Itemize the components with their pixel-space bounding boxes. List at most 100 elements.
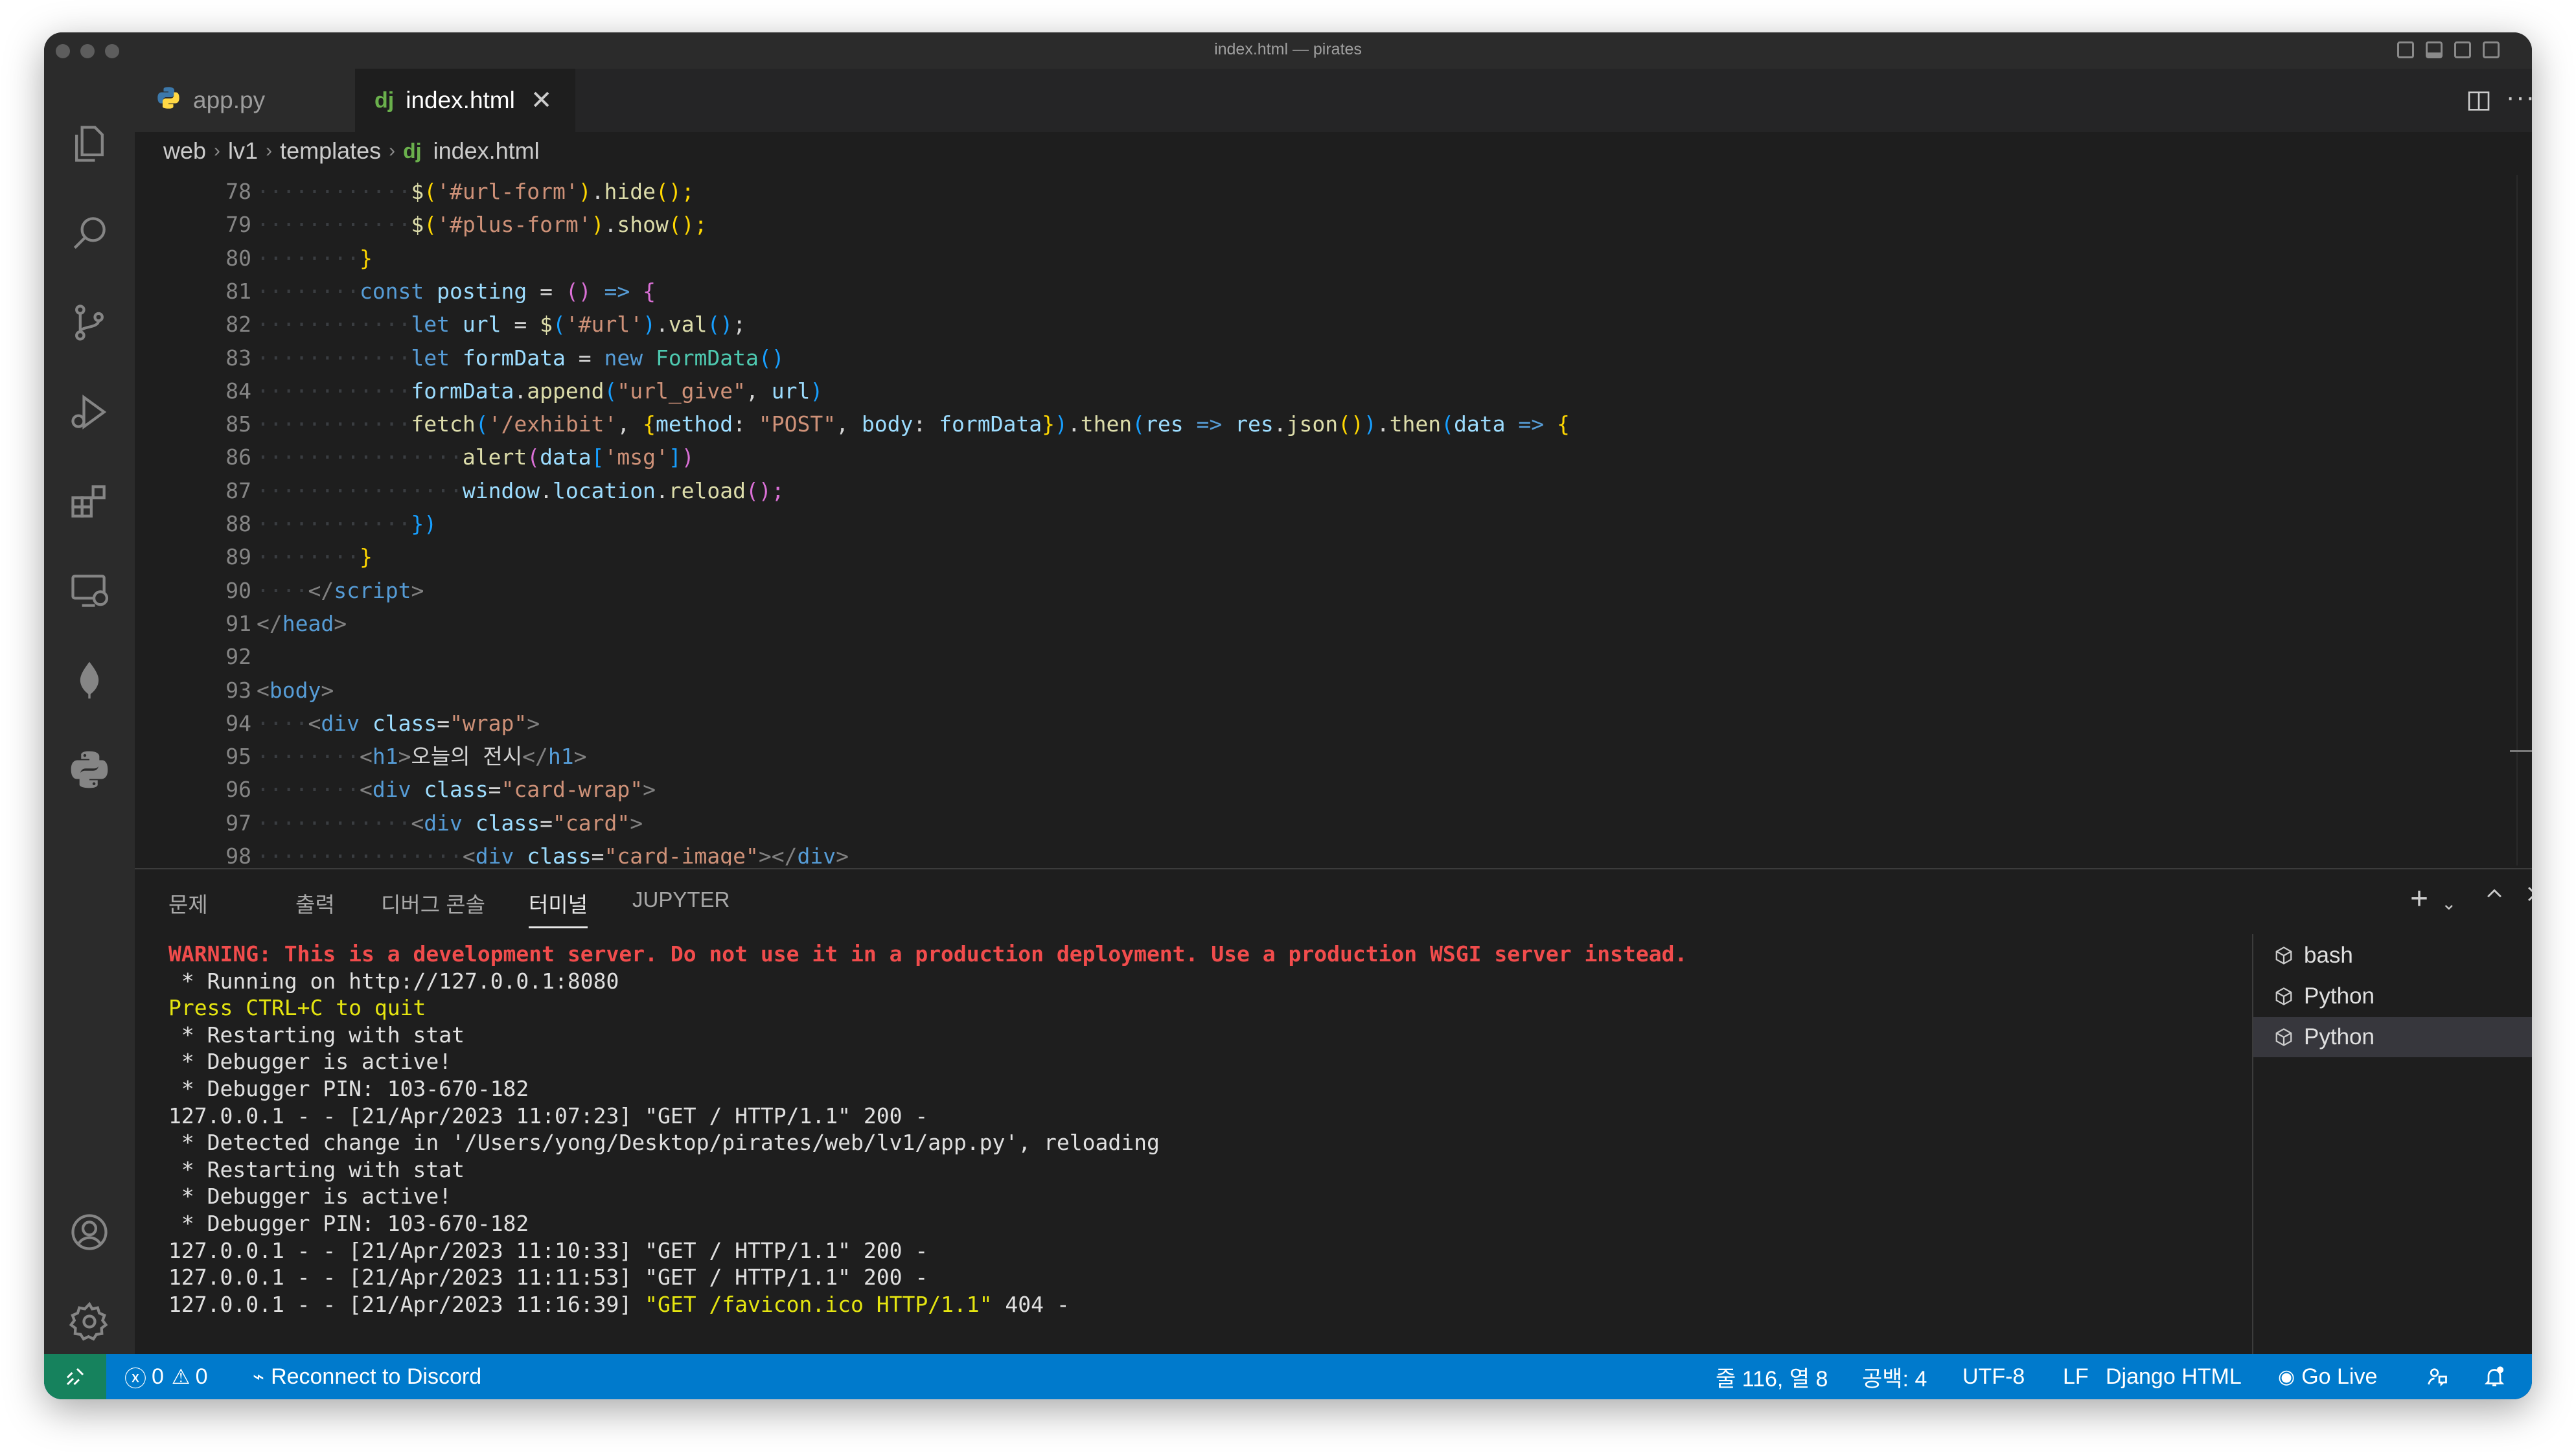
code-token: : xyxy=(913,411,939,437)
code-line[interactable]: 92 xyxy=(135,640,2519,674)
source-control-icon[interactable] xyxy=(66,299,113,346)
code-token: location xyxy=(552,477,656,503)
code-token: "POST" xyxy=(758,411,836,437)
terminal-list-item[interactable]: Python xyxy=(2253,976,2532,1016)
code-token: fetch xyxy=(411,411,476,437)
code-line[interactable]: 83 ············let formData = new FormDat… xyxy=(135,341,2519,375)
code-line[interactable]: 86 ················alert(data['msg']) xyxy=(135,441,2519,474)
end-of-line[interactable]: LF xyxy=(2063,1354,2089,1399)
breadcrumb-item[interactable]: web xyxy=(163,137,206,165)
code-token: append xyxy=(527,378,604,404)
terminal-line: * Detected change in '/Users/yong/Deskto… xyxy=(168,1130,1160,1156)
code-line[interactable]: 87 ················window.location.reload… xyxy=(135,474,2519,508)
code-token: ( xyxy=(475,411,489,437)
python-icon[interactable] xyxy=(66,746,113,793)
code-token: ) xyxy=(578,179,592,204)
search-icon[interactable] xyxy=(66,210,113,257)
code-line[interactable]: 96 ········<div class="card-wrap"> xyxy=(135,773,2519,807)
more-actions-icon[interactable]: ··· xyxy=(2506,83,2532,112)
code-line[interactable]: 97 ············<div class="card"> xyxy=(135,807,2519,840)
code-line[interactable]: 81 ········const posting = () => { xyxy=(135,275,2519,308)
code-token: . xyxy=(591,179,604,204)
code-line[interactable]: 84 ············formData.append("url_give"… xyxy=(135,374,2519,408)
tab-problems[interactable]: 문제 xyxy=(168,888,208,926)
code-line[interactable]: 82 ············let url = $('#url').val(); xyxy=(135,308,2519,341)
code-line[interactable]: 98 ················<div class="card-image… xyxy=(135,840,2519,865)
terminal-list: bash Python Python xyxy=(2252,934,2532,1355)
run-and-debug-icon[interactable] xyxy=(66,389,113,435)
go-live-button[interactable]: ◉ Go Live xyxy=(2278,1354,2377,1399)
terminal-list-item[interactable]: Python xyxy=(2253,1017,2532,1057)
tab-terminal[interactable]: 터미널 xyxy=(529,888,588,928)
line-number: 91 xyxy=(225,610,251,636)
code-line[interactable]: 89 ········} xyxy=(135,540,2519,574)
terminal-line: 127.0.0.1 - - [21/Apr/2023 11:11:53] "GE… xyxy=(168,1265,928,1290)
code-line[interactable]: 80 ········} xyxy=(135,242,2519,275)
notifications-bell-icon[interactable] xyxy=(2483,1354,2506,1399)
code-editor[interactable]: 78 ············$('#url-form').hide(); 79 ··… xyxy=(135,175,2532,865)
terminal-list-item[interactable]: bash xyxy=(2253,935,2532,976)
breadcrumb-item[interactable]: templates xyxy=(280,137,381,165)
toggle-secondary-sidebar-icon[interactable] xyxy=(2454,41,2471,58)
discord-status[interactable]: ⌁ Reconnect to Discord xyxy=(253,1354,481,1399)
new-terminal-icon[interactable]: + xyxy=(2410,881,2428,917)
indentation[interactable]: 공백: 4 xyxy=(1862,1354,1927,1399)
bottom-panel: 문제 출력 디버그 콘솔 터미널 JUPYTER + ⌄ WARNING: Th… xyxy=(135,868,2532,1355)
maximize-panel-icon[interactable] xyxy=(2483,882,2505,911)
tab-app-py[interactable]: app.py xyxy=(135,69,355,132)
language-mode[interactable]: Django HTML xyxy=(2106,1354,2242,1399)
problems-status[interactable]: ⓧ 0 ⚠ 0 xyxy=(124,1354,208,1399)
tab-output[interactable]: 출력 xyxy=(295,888,335,926)
tab-jupyter[interactable]: JUPYTER xyxy=(632,888,730,926)
code-line[interactable]: 93 <body> xyxy=(135,674,2519,707)
code-line[interactable]: 95 ········<h1>오늘의 전시</h1> xyxy=(135,740,2519,773)
code-line[interactable]: 79 ············$('#plus-form').show(); xyxy=(135,208,2519,242)
code-token: </ xyxy=(308,577,334,603)
extensions-icon[interactable] xyxy=(66,478,113,525)
encoding[interactable]: UTF-8 xyxy=(1962,1354,2025,1399)
line-number: 83 xyxy=(225,345,251,371)
code-token: < xyxy=(411,810,424,836)
explorer-icon[interactable] xyxy=(66,120,113,167)
close-tab-icon[interactable]: ✕ xyxy=(531,86,553,115)
code-text: ················<div class="card-image">… xyxy=(257,840,849,865)
split-editor-icon[interactable] xyxy=(2466,88,2492,117)
code-line[interactable]: 90 ····</script> xyxy=(135,574,2519,608)
code-token: div xyxy=(797,843,836,865)
code-token: () xyxy=(707,312,733,338)
window-title: index.html — pirates xyxy=(1214,40,1362,58)
code-token: > xyxy=(411,577,424,603)
breadcrumb-file[interactable]: index.html xyxy=(433,137,540,165)
code-line[interactable]: 85 ············fetch('/exhibit', {method:… xyxy=(135,407,2519,441)
code-line[interactable]: 94 ····<div class="wrap"> xyxy=(135,707,2519,740)
feedback-icon[interactable] xyxy=(2426,1354,2449,1399)
terminal-output[interactable]: WARNING: This is a development server. D… xyxy=(168,941,2306,1342)
chevron-right-icon: › xyxy=(266,140,273,161)
remote-indicator[interactable] xyxy=(44,1354,106,1399)
code-line[interactable]: 78 ············$('#url-form').hide(); xyxy=(135,175,2519,209)
error-icon: ⓧ xyxy=(124,1366,146,1392)
mongodb-leaf-icon[interactable] xyxy=(66,657,113,704)
toggle-primary-sidebar-icon[interactable] xyxy=(2397,41,2414,58)
code-text: ············fetch('/exhibit', {method: "… xyxy=(257,411,1570,437)
code-token: "url_give" xyxy=(617,378,746,404)
code-token: class xyxy=(424,777,489,803)
breadcrumb-item[interactable]: lv1 xyxy=(228,137,258,165)
vertical-scrollbar[interactable] xyxy=(2516,175,2532,865)
chevron-down-icon[interactable]: ⌄ xyxy=(2441,893,2456,914)
code-token: ></ xyxy=(758,843,798,865)
remote-explorer-icon[interactable] xyxy=(66,567,113,614)
settings-gear-icon[interactable] xyxy=(66,1298,113,1345)
customize-layout-icon[interactable] xyxy=(2483,41,2500,58)
cursor-position[interactable]: 줄 116, 열 8 xyxy=(1716,1354,1828,1399)
tab-debug-console[interactable]: 디버그 콘솔 xyxy=(381,888,485,926)
code-token: () xyxy=(565,278,592,304)
toggle-panel-icon[interactable] xyxy=(2426,41,2443,58)
code-line[interactable]: 88 ············}) xyxy=(135,507,2519,541)
tab-index-html[interactable]: dj index.html ✕ xyxy=(355,69,575,132)
code-line[interactable]: 91 </head> xyxy=(135,607,2519,641)
accounts-icon[interactable] xyxy=(66,1209,113,1255)
terminal-line: * Debugger is active! xyxy=(168,1049,452,1075)
close-panel-icon[interactable] xyxy=(2524,882,2532,911)
